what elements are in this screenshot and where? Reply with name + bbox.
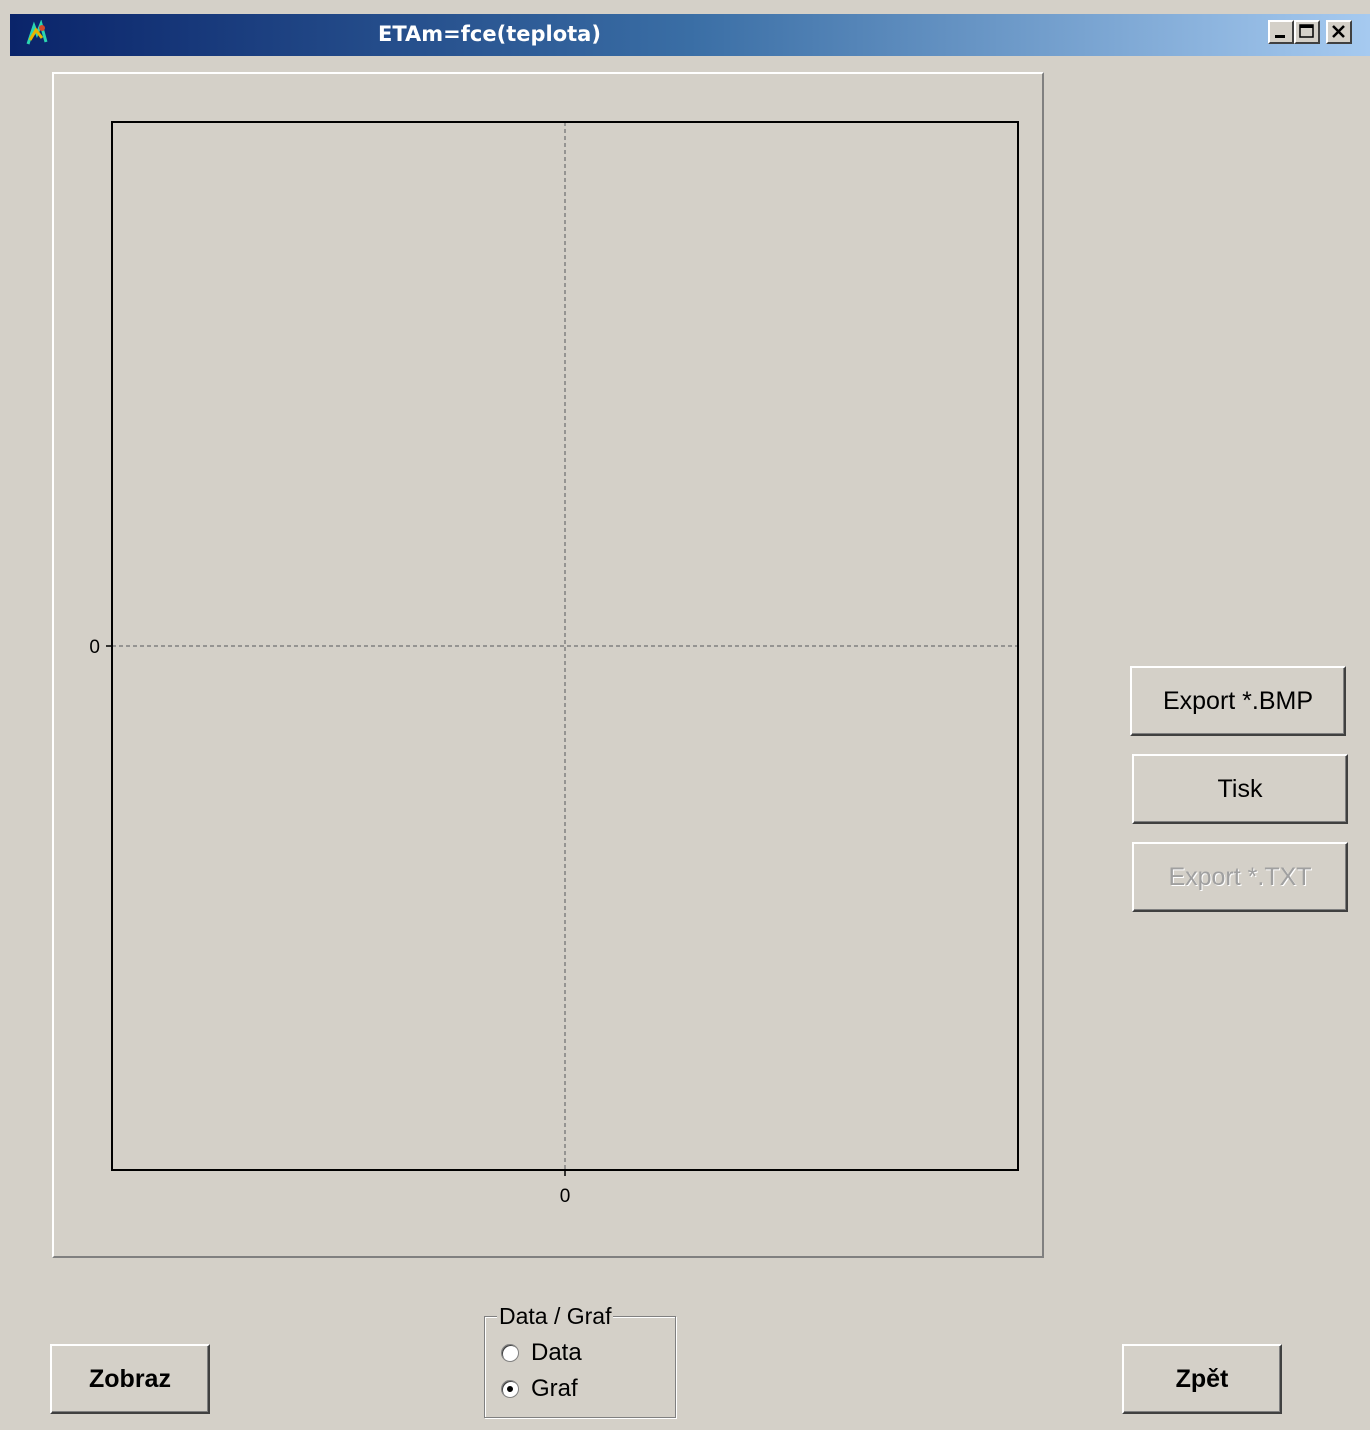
chart-plot: 00 [89, 121, 1019, 1207]
radio-data-label: Data [531, 1339, 582, 1366]
zobraz-button[interactable]: Zobraz [50, 1344, 210, 1414]
minimize-button[interactable] [1268, 20, 1294, 44]
main-window: ETAm=fce(teplota) 00 Export *.BMP Tisk E… [10, 14, 1370, 1430]
groupbox-legend: Data / Graf [497, 1303, 614, 1330]
print-button[interactable]: Tisk [1132, 754, 1348, 824]
export-bmp-button[interactable]: Export *.BMP [1130, 666, 1346, 736]
y-tick-label: 0 [89, 637, 100, 658]
x-tick-label: 0 [560, 1186, 571, 1207]
close-icon [1332, 25, 1345, 38]
app-icon [26, 20, 48, 45]
close-button[interactable] [1326, 20, 1352, 44]
data-graf-groupbox: Data / Graf Data Graf [484, 1303, 676, 1418]
back-button[interactable]: Zpět [1122, 1344, 1282, 1414]
title-bar[interactable]: ETAm=fce(teplota) [10, 14, 1370, 56]
window-title: ETAm=fce(teplota) [378, 22, 601, 46]
radio-data-button[interactable] [501, 1344, 519, 1362]
radio-graf-button[interactable] [501, 1380, 519, 1398]
minimize-icon [1275, 35, 1285, 38]
maximize-icon [1299, 24, 1314, 38]
export-txt-button: Export *.TXT [1132, 842, 1348, 912]
radio-data[interactable]: Data [501, 1339, 582, 1367]
radio-graf-label: Graf [531, 1375, 578, 1402]
radio-graf[interactable]: Graf [501, 1375, 578, 1403]
chart-panel: 00 [52, 72, 1044, 1258]
maximize-button[interactable] [1294, 20, 1320, 44]
